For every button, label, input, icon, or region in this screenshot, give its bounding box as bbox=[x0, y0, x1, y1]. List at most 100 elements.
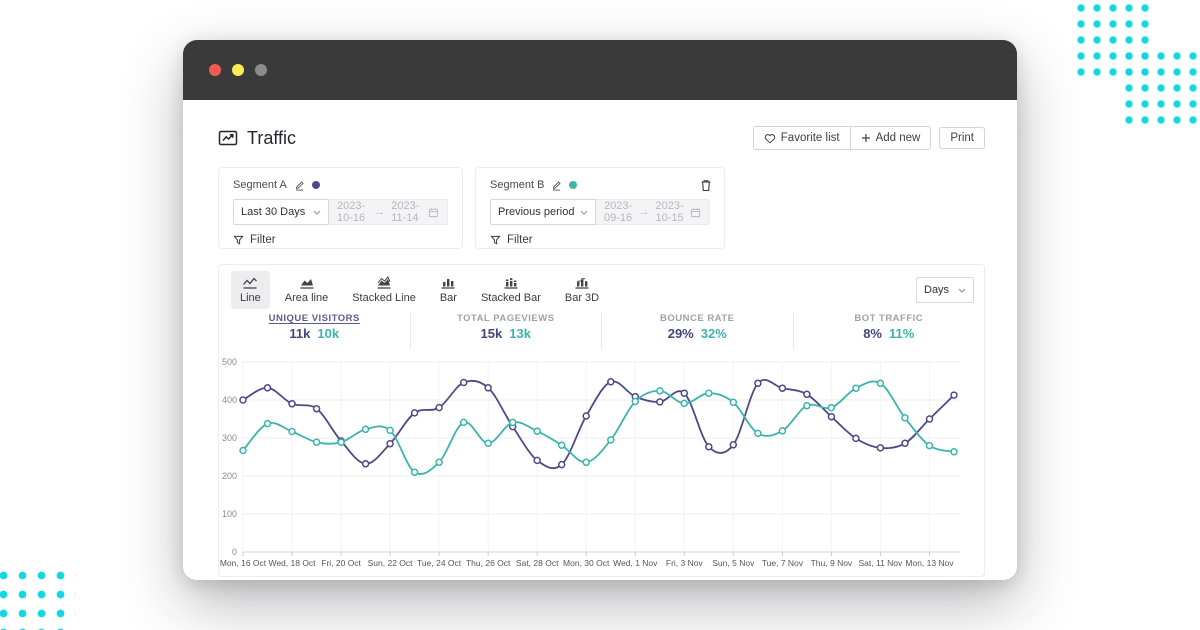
segment-a-name: Segment A bbox=[233, 179, 287, 191]
segment-b-color-dot bbox=[569, 181, 577, 189]
svg-text:Wed, 18 Oct: Wed, 18 Oct bbox=[268, 558, 316, 568]
tab-label: Line bbox=[240, 292, 261, 304]
segment-a-period-select[interactable]: Last 30 Days bbox=[233, 199, 329, 225]
traffic-line-chart[interactable]: Mon, 16 OctWed, 18 OctFri, 20 OctSun, 22… bbox=[219, 351, 962, 580]
segment-b-panel: Segment B Previou bbox=[475, 167, 725, 249]
segment-b-name: Segment B bbox=[490, 179, 544, 191]
metric-total-pageviews[interactable]: TOTAL PAGEVIEWS15k13k bbox=[410, 313, 602, 349]
maximize-window-button[interactable] bbox=[255, 64, 267, 76]
tab-bar-3d[interactable]: Bar 3D bbox=[556, 271, 608, 309]
browser-window: Traffic Favorite list bbox=[183, 40, 1017, 580]
chart-tabs-row: Line Area line Stacked Line Bar Stacked Bar B… bbox=[219, 265, 984, 309]
metric-value-segment-b: 11% bbox=[889, 326, 914, 341]
calendar-icon bbox=[690, 207, 701, 218]
segments-row: Segment A Last 30 Days bbox=[218, 167, 985, 249]
minimize-window-button[interactable] bbox=[232, 64, 244, 76]
metric-bot-traffic[interactable]: BOT TRAFFIC 8% 11% bbox=[793, 313, 985, 349]
metric-unique-visitors[interactable]: UNIQUE VISITORS 11k 10k bbox=[219, 313, 410, 349]
stacked-line-chart-icon bbox=[376, 276, 392, 290]
tab-label: Stacked Bar bbox=[481, 292, 541, 304]
metric-value-segment-a: 8% bbox=[863, 326, 882, 341]
page-header: Traffic Favorite list bbox=[218, 126, 985, 150]
tab-bar[interactable]: Bar bbox=[431, 271, 466, 309]
svg-text:Wed, 1 Nov: Wed, 1 Nov bbox=[613, 558, 658, 568]
chevron-down-icon bbox=[958, 288, 966, 293]
metric-value-segment-b: 32% bbox=[701, 326, 727, 341]
metric-value-segment-a: 29% bbox=[668, 326, 694, 341]
svg-text:Fri, 20 Oct: Fri, 20 Oct bbox=[321, 558, 361, 568]
svg-text:Mon, 30 Oct: Mon, 30 Oct bbox=[563, 558, 610, 568]
chart-panel: Line Area line Stacked Line Bar Stacked Bar B… bbox=[218, 264, 985, 577]
segment-a-date-end: 2023-11-14 bbox=[391, 200, 422, 224]
favorite-list-label: Favorite list bbox=[781, 132, 840, 144]
segment-b-date-end: 2023-10-15 bbox=[656, 200, 685, 224]
svg-text:Tue, 24 Oct: Tue, 24 Oct bbox=[417, 558, 462, 568]
segment-a-filter-label: Filter bbox=[250, 234, 276, 246]
segment-a-color-dot bbox=[312, 181, 320, 189]
interval-select[interactable]: Days bbox=[916, 277, 974, 303]
tab-label: Stacked Line bbox=[352, 292, 416, 304]
chart-type-tabs: Line Area line Stacked Line Bar Stacked Bar B… bbox=[231, 271, 608, 309]
metric-value-segment-a: 15k bbox=[481, 326, 503, 341]
tab-stacked-line[interactable]: Stacked Line bbox=[343, 271, 425, 309]
delete-segment-trash-icon[interactable] bbox=[700, 179, 712, 192]
segment-b-header: Segment B bbox=[490, 179, 710, 191]
segment-a-header: Segment A bbox=[233, 179, 448, 191]
chevron-down-icon bbox=[313, 210, 321, 215]
tab-stacked-bar[interactable]: Stacked Bar bbox=[472, 271, 550, 309]
svg-text:100: 100 bbox=[222, 509, 237, 519]
metric-value-segment-b: 10k bbox=[317, 326, 339, 341]
segment-b-filter-button[interactable]: Filter bbox=[490, 234, 533, 246]
arrow-right-icon: → bbox=[639, 206, 650, 218]
segment-b-period-value: Previous period bbox=[498, 206, 574, 218]
stacked-bar-chart-icon bbox=[503, 276, 519, 290]
metric-label: UNIQUE VISITORS bbox=[269, 313, 360, 324]
header-buttons: Favorite list Add new Print bbox=[753, 126, 985, 150]
area-chart-icon bbox=[299, 276, 315, 290]
svg-text:200: 200 bbox=[222, 471, 237, 481]
segment-a-date-start: 2023-10-16 bbox=[337, 200, 368, 224]
print-button[interactable]: Print bbox=[939, 127, 985, 149]
segment-b-filter-label: Filter bbox=[507, 234, 533, 246]
tab-label: Bar bbox=[440, 292, 457, 304]
edit-pencil-icon[interactable] bbox=[294, 180, 305, 191]
svg-text:Fri, 3 Nov: Fri, 3 Nov bbox=[666, 558, 704, 568]
metric-values: 11k 10k bbox=[289, 326, 339, 341]
plus-icon bbox=[861, 133, 871, 143]
metrics-row: UNIQUE VISITORS11k10kTOTAL PAGEVIEWS15k1… bbox=[219, 313, 984, 349]
calendar-icon bbox=[428, 207, 439, 218]
segment-b-period-select[interactable]: Previous period bbox=[490, 199, 596, 225]
metric-values: 8% 11% bbox=[863, 326, 914, 341]
metric-label: BOT TRAFFIC bbox=[854, 313, 923, 324]
tab-line[interactable]: Line bbox=[231, 271, 270, 309]
segment-a-filter-button[interactable]: Filter bbox=[233, 234, 276, 246]
segment-b-date-range[interactable]: 2023-09-16 → 2023-10-15 bbox=[596, 199, 710, 225]
svg-text:Thu, 26 Oct: Thu, 26 Oct bbox=[466, 558, 511, 568]
chevron-down-icon bbox=[580, 210, 588, 215]
add-new-button[interactable]: Add new bbox=[850, 127, 931, 149]
favorite-list-button[interactable]: Favorite list bbox=[754, 127, 850, 149]
header-button-group: Favorite list Add new bbox=[753, 126, 932, 150]
add-new-label: Add new bbox=[876, 132, 921, 144]
metric-value-segment-b: 13k bbox=[509, 326, 531, 341]
bar-3d-chart-icon bbox=[574, 276, 590, 290]
segment-b-date-start: 2023-09-16 bbox=[604, 200, 633, 224]
svg-text:400: 400 bbox=[222, 395, 237, 405]
close-window-button[interactable] bbox=[209, 64, 221, 76]
filter-funnel-icon bbox=[233, 235, 244, 246]
decorative-dots-top-right-a bbox=[1073, 0, 1151, 78]
segment-a-date-range[interactable]: 2023-10-16 → 2023-11-14 bbox=[329, 199, 448, 225]
segment-a-period-value: Last 30 Days bbox=[241, 206, 305, 218]
line-chart-icon bbox=[242, 276, 258, 290]
metric-value-segment-a: 11k bbox=[289, 326, 310, 341]
segment-a-panel: Segment A Last 30 Days bbox=[218, 167, 463, 249]
traffic-chart-icon bbox=[218, 128, 238, 148]
tab-area-line[interactable]: Area line bbox=[276, 271, 337, 309]
page-title-text: Traffic bbox=[247, 128, 296, 149]
filter-funnel-icon bbox=[490, 235, 501, 246]
tab-label: Bar 3D bbox=[565, 292, 599, 304]
edit-pencil-icon[interactable] bbox=[551, 180, 562, 191]
interval-select-value: Days bbox=[924, 284, 949, 296]
decorative-dots-bottom-left bbox=[0, 566, 76, 630]
metric-bounce-rate[interactable]: BOUNCE RATE29%32% bbox=[601, 313, 793, 349]
